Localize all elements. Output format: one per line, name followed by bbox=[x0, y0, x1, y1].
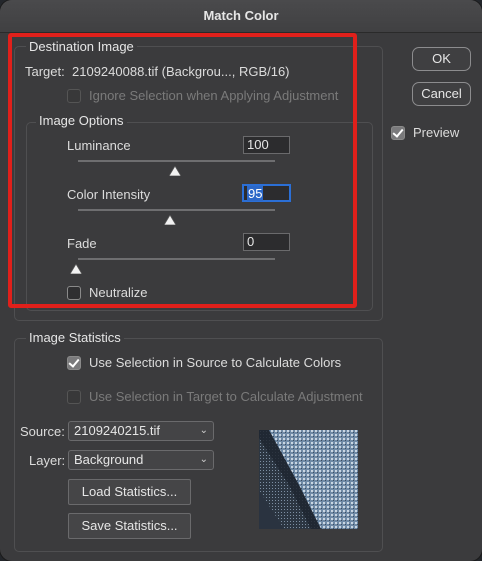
layer-label: Layer: bbox=[29, 453, 66, 468]
layer-select[interactable]: Background ⌄ bbox=[68, 450, 214, 470]
use-target-selection-label: Use Selection in Target to Calculate Adj… bbox=[89, 389, 363, 404]
match-color-dialog: Match Color Destination Image Target: 21… bbox=[0, 0, 482, 561]
source-thumbnail bbox=[259, 430, 358, 529]
dialog-title: Match Color bbox=[203, 8, 279, 23]
image-statistics-legend: Image Statistics bbox=[26, 330, 124, 345]
save-statistics-button[interactable]: Save Statistics... bbox=[68, 513, 191, 539]
load-statistics-button[interactable]: Load Statistics... bbox=[68, 479, 191, 505]
chevron-down-icon: ⌄ bbox=[199, 454, 208, 465]
ok-button[interactable]: OK bbox=[412, 47, 471, 71]
preview-label: Preview bbox=[413, 125, 460, 140]
source-label: Source: bbox=[20, 424, 65, 439]
use-target-selection-checkbox[interactable] bbox=[67, 390, 81, 404]
use-source-selection-checkbox[interactable] bbox=[67, 356, 81, 370]
use-source-selection-label: Use Selection in Source to Calculate Col… bbox=[89, 355, 342, 370]
highlight-box bbox=[8, 33, 357, 308]
source-select[interactable]: 2109240215.tif ⌄ bbox=[68, 421, 214, 441]
cancel-button[interactable]: Cancel bbox=[412, 82, 471, 106]
layer-select-value: Background bbox=[74, 452, 144, 467]
source-select-value: 2109240215.tif bbox=[74, 423, 161, 438]
title-bar[interactable]: Match Color bbox=[0, 0, 482, 33]
preview-checkbox[interactable] bbox=[391, 126, 405, 140]
chevron-down-icon: ⌄ bbox=[199, 425, 208, 436]
